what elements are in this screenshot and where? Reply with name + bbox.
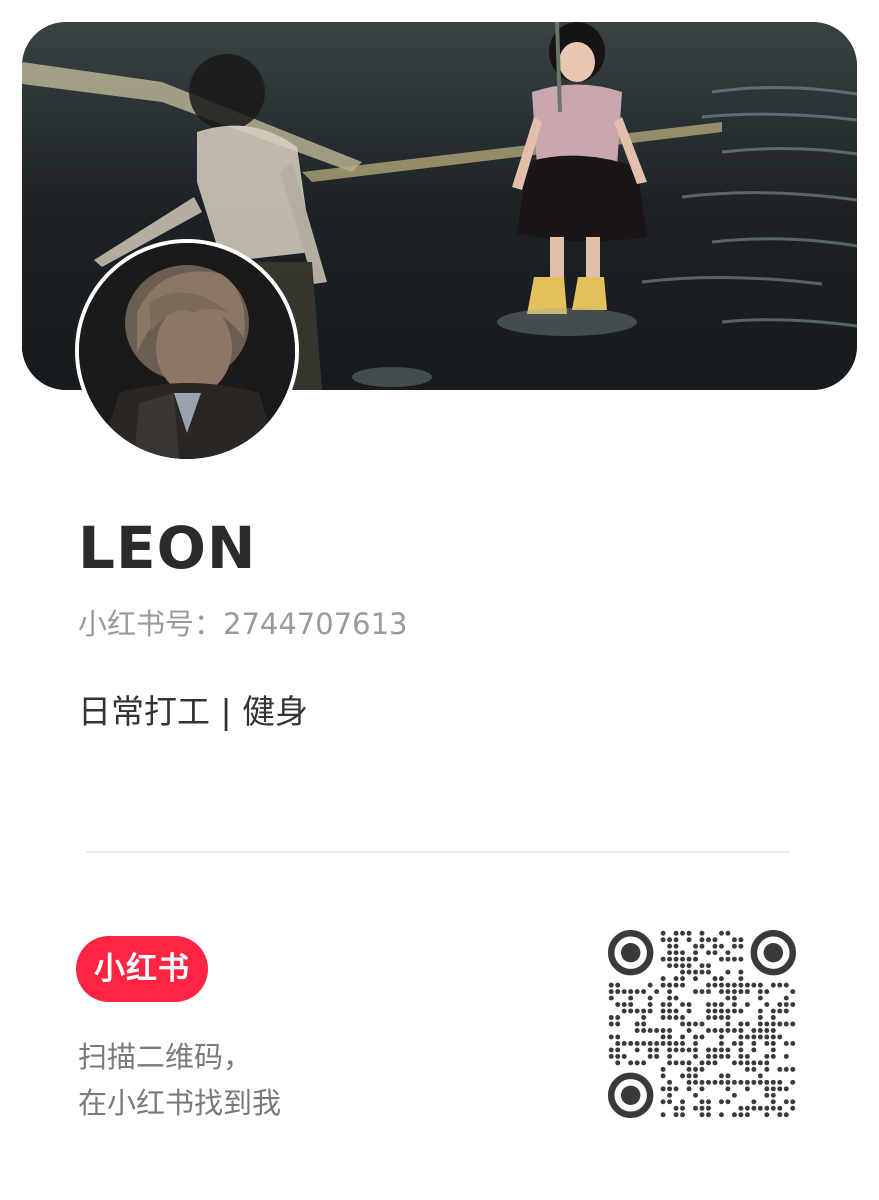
- qr-code-graphic: [608, 930, 796, 1118]
- avatar[interactable]: [75, 239, 299, 463]
- scan-line-1: 扫描二维码，: [78, 1040, 253, 1074]
- account-id: 小红书号：2744707613: [78, 607, 408, 641]
- qr-finder-dot: [763, 942, 784, 963]
- qr-code[interactable]: [608, 930, 796, 1118]
- profile-name: LEON: [78, 514, 257, 582]
- profile-bio: 日常打工 | 健身: [78, 692, 309, 731]
- qr-finder-dot: [620, 942, 641, 963]
- scan-line-2: 在小红书找到我: [78, 1086, 282, 1120]
- divider: [86, 851, 790, 853]
- avatar-image: [79, 243, 295, 459]
- scan-instructions: 扫描二维码， 在小红书找到我: [78, 1034, 281, 1126]
- qr-finder-dot: [620, 1085, 641, 1106]
- brand-logo: 小红书: [76, 936, 208, 1002]
- profile-card: LEON 小红书号：2744707613 日常打工 | 健身 小红书 扫描二维码…: [0, 0, 879, 1200]
